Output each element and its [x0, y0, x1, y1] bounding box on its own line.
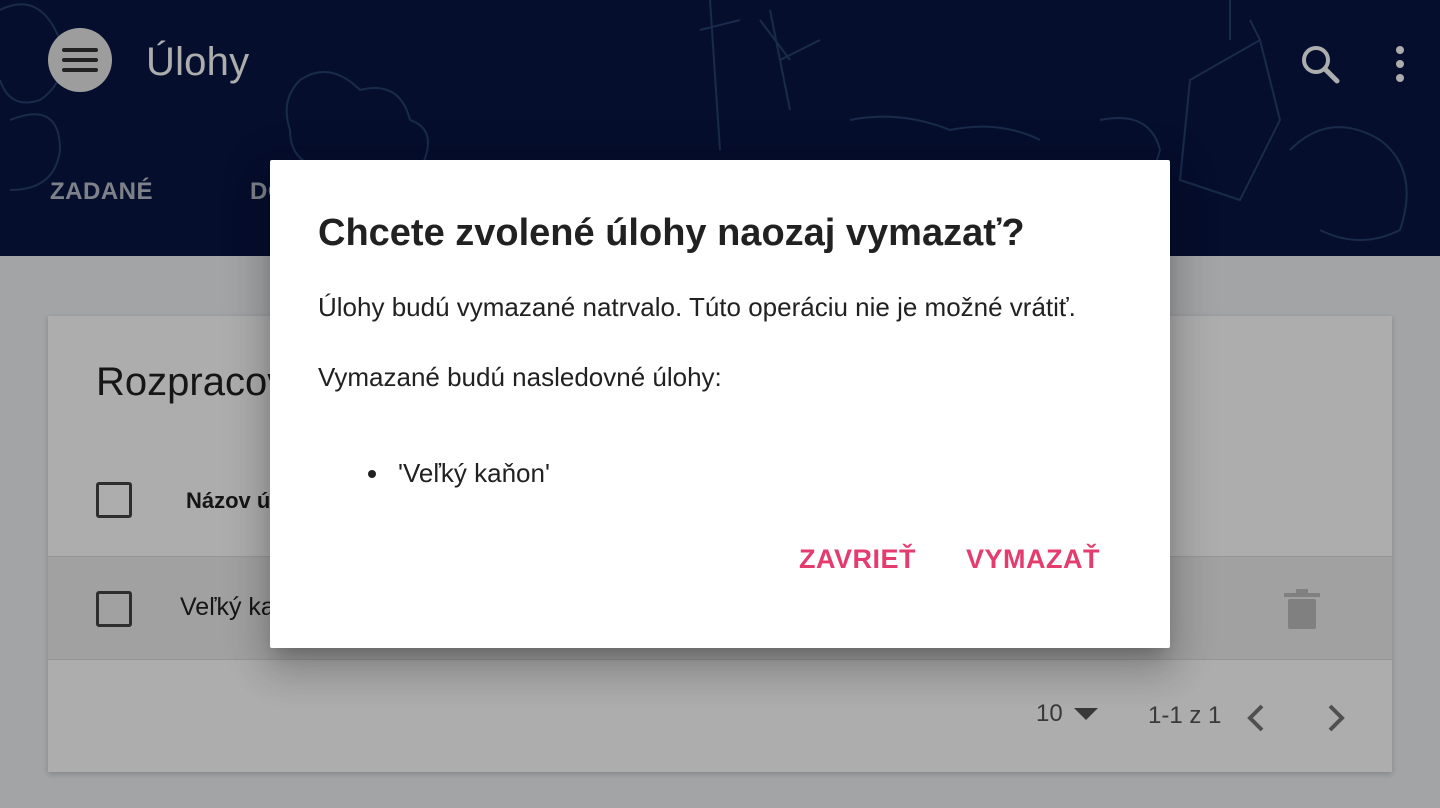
- dialog-list-heading: Vymazané budú nasledovné úlohy:: [318, 362, 722, 392]
- dialog-title: Chcete zvolené úlohy naozaj vymazať?: [318, 212, 1025, 254]
- dialog-message: Úlohy budú vymazané natrvalo. Túto operá…: [318, 292, 1076, 322]
- bullet-icon: [368, 470, 376, 478]
- confirm-delete-dialog: Chcete zvolené úlohy naozaj vymazať? Úlo…: [270, 160, 1170, 648]
- list-item: 'Veľký kaňon': [398, 458, 550, 488]
- close-button[interactable]: ZAVRIEŤ: [799, 544, 916, 575]
- delete-button[interactable]: VYMAZAŤ: [966, 544, 1100, 575]
